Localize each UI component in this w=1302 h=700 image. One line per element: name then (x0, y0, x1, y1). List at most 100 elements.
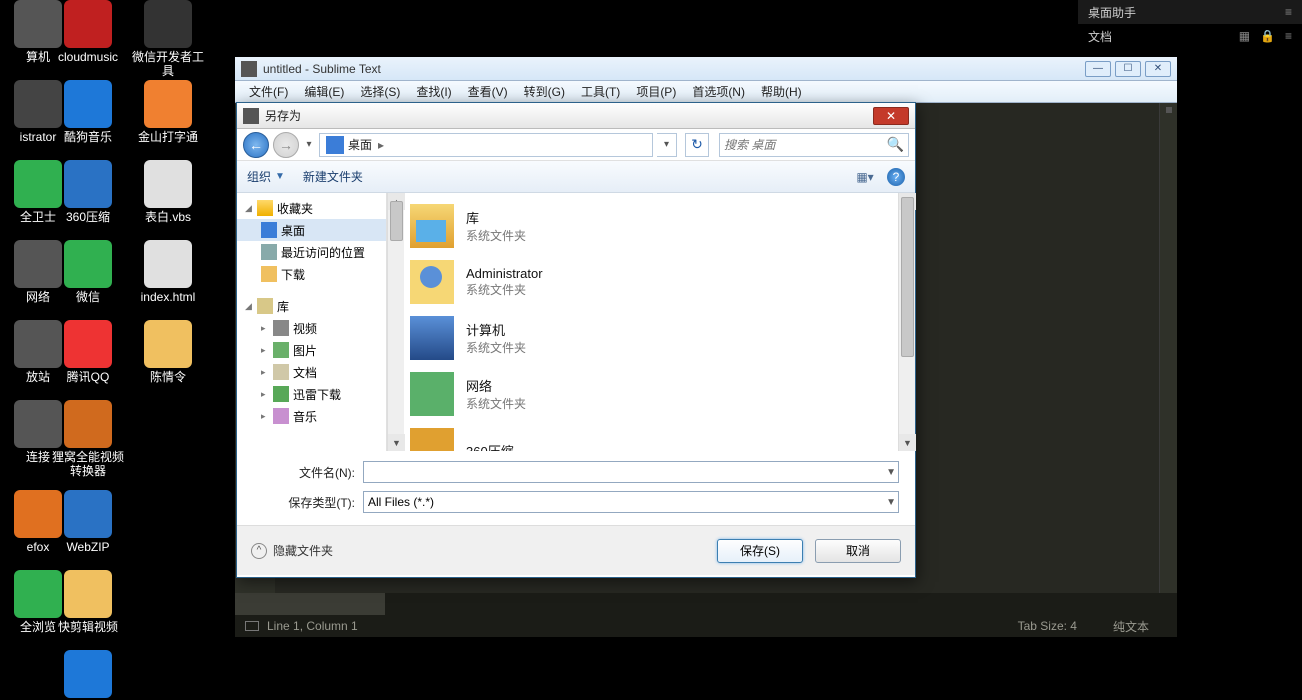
desktop-icon[interactable]: 金山打字通 (130, 80, 206, 144)
nav-bar: ← → ▾ 桌面 ▸ ▾ ↻ 🔍 (237, 129, 915, 161)
menu-item[interactable]: 选择(S) (352, 83, 408, 100)
menu-item[interactable]: 查看(V) (460, 83, 516, 100)
lock-icon[interactable]: 🔒 (1260, 29, 1275, 43)
desktop-icon (326, 136, 344, 154)
network-icon (410, 372, 454, 416)
tree-desktop[interactable]: 桌面 (237, 219, 386, 241)
file-item-network[interactable]: 网络系统文件夹 (410, 369, 892, 419)
file-item-computer[interactable]: 计算机系统文件夹 (410, 313, 892, 363)
tree-pictures[interactable]: ▸图片 (237, 339, 386, 361)
organize-button[interactable]: 组织 (247, 168, 275, 185)
grid-icon[interactable]: ▦ (1239, 29, 1250, 43)
window-title: untitled - Sublime Text (263, 62, 1085, 76)
minimize-button[interactable]: — (1085, 61, 1111, 77)
minimap[interactable] (1159, 103, 1177, 615)
status-bar: Line 1, Column 1 Tab Size: 4 纯文本 (235, 615, 1177, 637)
menu-icon[interactable]: ≡ (1285, 29, 1292, 43)
tree-downloads[interactable]: 下载 (237, 263, 386, 285)
close-button[interactable]: ✕ (1145, 61, 1171, 77)
tree-scrollbar[interactable]: ▲ ▼ (387, 193, 404, 451)
dialog-footer: ^ 隐藏文件夹 保存(S) 取消 (237, 525, 915, 575)
desktop-icon[interactable]: 表白.vbs (130, 160, 206, 224)
desktop-icon[interactable]: 快剪辑视频 (50, 570, 126, 634)
menu-icon[interactable]: ≡ (1285, 5, 1292, 19)
file-scrollbar[interactable]: ▲ ▼ (898, 193, 915, 451)
menu-item[interactable]: 首选项(N) (684, 83, 753, 100)
menu-item[interactable]: 转到(G) (516, 83, 573, 100)
tree-libraries[interactable]: ◢库 (237, 295, 386, 317)
desktop-icon[interactable]: 腾讯QQ (50, 320, 126, 384)
nav-tree: ◢收藏夹 桌面 最近访问的位置 下载 ◢库 ▸视频 ▸图片 ▸文档 ▸迅雷下载 … (237, 193, 387, 451)
close-button[interactable]: ✕ (873, 107, 909, 125)
status-tabsize[interactable]: Tab Size: 4 (1000, 619, 1095, 633)
dialog-titlebar[interactable]: 另存为 ✕ (237, 103, 915, 129)
chevron-right-icon[interactable]: ▸ (372, 138, 390, 152)
tree-recent[interactable]: 最近访问的位置 (237, 241, 386, 263)
filetype-label: 保存类型(T): (253, 494, 363, 511)
titlebar[interactable]: untitled - Sublime Text — ☐ ✕ (235, 57, 1177, 81)
tree-favorites[interactable]: ◢收藏夹 (237, 197, 386, 219)
dialog-main: ◢收藏夹 桌面 最近访问的位置 下载 ◢库 ▸视频 ▸图片 ▸文档 ▸迅雷下载 … (237, 193, 915, 451)
status-syntax[interactable]: 纯文本 (1095, 618, 1167, 635)
history-dropdown[interactable]: ▾ (303, 139, 315, 150)
desktop-icon[interactable]: cloudmusic (50, 0, 126, 64)
tab-untitled[interactable] (235, 593, 385, 615)
filename-combobox[interactable]: ▼ (363, 461, 899, 483)
new-folder-button[interactable]: 新建文件夹 (303, 168, 363, 185)
forward-button[interactable]: → (273, 132, 299, 158)
desktop-icon[interactable]: 微信 (50, 240, 126, 304)
scroll-down-icon[interactable]: ▼ (899, 434, 916, 451)
search-icon[interactable]: 🔍 (887, 136, 904, 153)
view-button[interactable]: ▦▾ (851, 167, 879, 187)
tree-xunlei[interactable]: ▸迅雷下载 (237, 383, 386, 405)
scroll-thumb[interactable] (390, 201, 403, 241)
filetype-combobox[interactable]: All Files (*.*) ▼ (363, 491, 899, 513)
scroll-thumb[interactable] (901, 197, 914, 357)
menu-item[interactable]: 项目(P) (628, 83, 684, 100)
status-position[interactable]: Line 1, Column 1 (267, 619, 358, 633)
breadcrumb[interactable]: 桌面 ▸ (319, 133, 653, 157)
chevron-down-icon[interactable]: ▼ (886, 497, 896, 508)
tree-video[interactable]: ▸视频 (237, 317, 386, 339)
menu-item[interactable]: 帮助(H) (753, 83, 810, 100)
desktop-icon[interactable]: 360压缩 (50, 160, 126, 224)
file-item-360zip[interactable]: 360压缩 (410, 425, 892, 451)
computer-icon (410, 316, 454, 360)
search-input[interactable] (724, 138, 887, 152)
file-item-libraries[interactable]: 库系统文件夹 (410, 201, 892, 251)
tree-documents[interactable]: ▸文档 (237, 361, 386, 383)
menu-item[interactable]: 文件(F) (241, 83, 296, 100)
desktop-icon[interactable]: 酷狗音乐 (50, 80, 126, 144)
search-box[interactable]: 🔍 (719, 133, 909, 157)
file-item-administrator[interactable]: Administrator系统文件夹 (410, 257, 892, 307)
desktop-icon[interactable]: WebZIP (50, 490, 126, 554)
filename-input[interactable] (368, 465, 894, 479)
maximize-button[interactable]: ☐ (1115, 61, 1141, 77)
scroll-down-icon[interactable]: ▼ (388, 434, 405, 451)
chevron-down-icon[interactable]: ▼ (886, 467, 896, 478)
help-button[interactable]: ? (887, 168, 905, 186)
hide-folders-toggle[interactable]: ^ 隐藏文件夹 (251, 542, 333, 559)
refresh-button[interactable]: ↻ (685, 133, 709, 157)
desktop-icon[interactable] (50, 650, 126, 700)
helper-docs[interactable]: 文档 (1088, 28, 1112, 45)
desktop-icon[interactable]: index.html (130, 240, 206, 304)
back-button[interactable]: ← (243, 132, 269, 158)
desktop-icon[interactable]: 狸窝全能视频转换器 (50, 400, 126, 478)
breadcrumb-dropdown[interactable]: ▾ (657, 133, 677, 157)
status-icon[interactable] (245, 621, 259, 631)
tree-music[interactable]: ▸音乐 (237, 405, 386, 427)
chevron-down-icon[interactable]: ▼ (275, 171, 303, 182)
menu-item[interactable]: 查找(I) (408, 83, 459, 100)
desktop-helper-panel: 桌面助手 ≡ 文档 ▦ 🔒 ≡ (1078, 0, 1302, 48)
save-as-dialog: 另存为 ✕ ← → ▾ 桌面 ▸ ▾ ↻ 🔍 组织 ▼ 新建文件夹 ▦▾ ? ◢… (236, 102, 916, 578)
menu-item[interactable]: 工具(T) (573, 83, 628, 100)
chevron-up-icon: ^ (251, 543, 267, 559)
desktop-icon[interactable]: 陈情令 (130, 320, 206, 384)
menu-item[interactable]: 编辑(E) (296, 83, 352, 100)
save-button[interactable]: 保存(S) (717, 539, 803, 563)
cancel-button[interactable]: 取消 (815, 539, 901, 563)
desktop-icon[interactable]: 微信开发者工具 (130, 0, 206, 78)
breadcrumb-item[interactable]: 桌面 (348, 136, 372, 153)
helper-title: 桌面助手 (1088, 4, 1136, 21)
